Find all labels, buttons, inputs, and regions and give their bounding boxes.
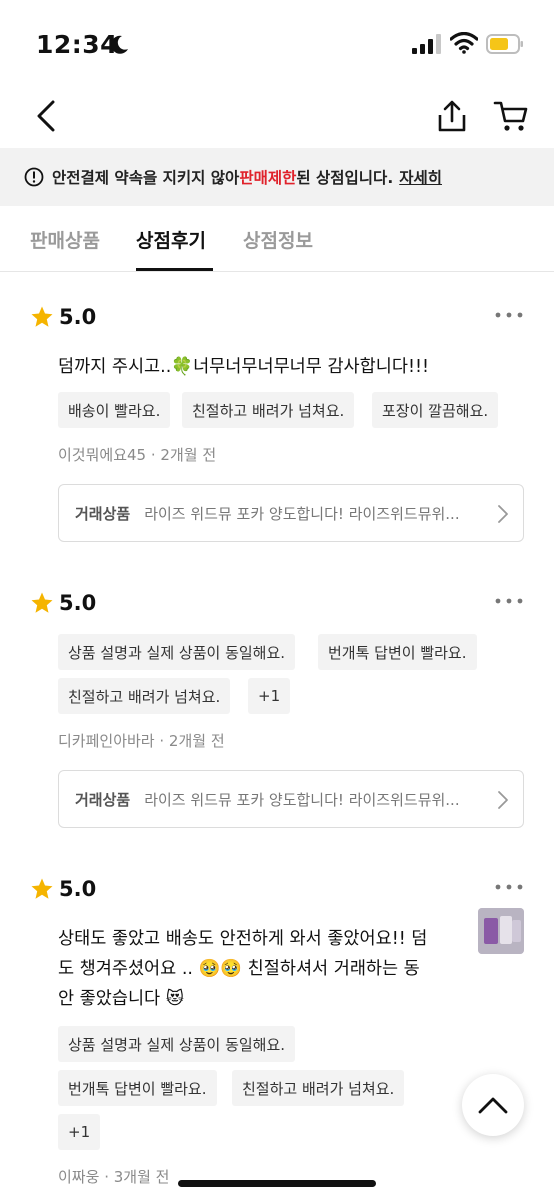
share-button[interactable] bbox=[432, 94, 472, 138]
review-tag: 포장이 깔끔해요. bbox=[372, 392, 499, 428]
rating: 5.0 bbox=[30, 874, 96, 904]
tab-products[interactable]: 판매상품 bbox=[30, 226, 100, 253]
more-icon[interactable] bbox=[494, 306, 524, 324]
reviewer-name[interactable]: 디카페인아바라 bbox=[58, 732, 155, 750]
signal-icon bbox=[412, 34, 441, 54]
traded-product-link[interactable]: 거래상품 라이즈 위드뮤 포카 양도합니다! 라이즈위드뮤위... bbox=[58, 770, 524, 828]
review-time: · 2개월 전 bbox=[159, 732, 225, 750]
trade-label: 거래상품 bbox=[75, 790, 131, 809]
review-text: 상태도 좋았고 배송도 안전하게 와서 좋았어요!! 덤 도 챙겨주셨어요 ..… bbox=[58, 924, 463, 1014]
review-tag-more[interactable]: +1 bbox=[58, 1114, 101, 1150]
cart-button[interactable] bbox=[490, 94, 532, 138]
review-text-line: 도 챙겨주셨어요 .. 🥹🥹 친절하셔서 거래하는 동 bbox=[58, 959, 420, 979]
rating: 5.0 bbox=[30, 588, 96, 618]
back-button[interactable] bbox=[28, 94, 64, 138]
reviewer-name[interactable]: 이것뭐에요45 bbox=[58, 446, 146, 464]
notice-details-link[interactable]: 자세히 bbox=[399, 166, 442, 188]
chevron-right-icon bbox=[498, 505, 508, 523]
cart-icon bbox=[493, 101, 528, 131]
star-icon bbox=[31, 306, 53, 327]
notice-text-suffix: 된 상점입니다. bbox=[296, 169, 394, 187]
trade-label: 거래상품 bbox=[75, 504, 131, 523]
review-meta: 디카페인아바라 · 2개월 전 bbox=[58, 730, 225, 751]
review-tag: 친절하고 배려가 넘쳐요. bbox=[182, 392, 355, 428]
tab-store-info[interactable]: 상점정보 bbox=[243, 226, 313, 253]
back-arrow-icon bbox=[37, 100, 55, 132]
review-text-line: 상태도 좋았고 배송도 안전하게 와서 좋았어요!! 덤 bbox=[58, 929, 428, 949]
traded-product-link[interactable]: 거래상품 라이즈 위드뮤 포카 양도합니다! 라이즈위드뮤위... bbox=[58, 484, 524, 542]
chevron-up-icon bbox=[478, 1097, 508, 1114]
review-time: · 3개월 전 bbox=[104, 1168, 170, 1186]
review-time: · 2개월 전 bbox=[150, 446, 217, 464]
review-tag: 상품 설명과 실제 상품이 동일해요. bbox=[58, 634, 296, 670]
review-tag: 친절하고 배려가 넘쳐요. bbox=[58, 678, 231, 714]
review-photo-thumbnail[interactable] bbox=[478, 908, 524, 954]
restriction-notice: 안전결제 약속을 지키지 않아 판매제한 된 상점입니다. 자세히 bbox=[0, 148, 554, 206]
moon-icon bbox=[111, 35, 128, 54]
review-tag: 번개톡 답변이 빨라요. bbox=[58, 1070, 217, 1106]
trade-title: 라이즈 위드뮤 포카 양도합니다! 라이즈위드뮤위... bbox=[144, 504, 460, 523]
review-tag: 상품 설명과 실제 상품이 동일해요. bbox=[58, 1026, 296, 1062]
review-tag: 친절하고 배려가 넘쳐요. bbox=[232, 1070, 405, 1106]
notice-highlight: 판매제한 bbox=[239, 169, 297, 187]
review-tag: 배송이 빨라요. bbox=[58, 392, 171, 428]
battery-icon bbox=[486, 34, 523, 54]
more-icon[interactable] bbox=[494, 592, 524, 610]
status-time: 12:34 bbox=[36, 30, 119, 59]
review-meta: 이것뭐에요45 · 2개월 전 bbox=[58, 444, 216, 465]
trade-title: 라이즈 위드뮤 포카 양도합니다! 라이즈위드뮤위... bbox=[144, 790, 460, 809]
wifi-icon bbox=[450, 32, 478, 54]
rating-value: 5.0 bbox=[59, 305, 97, 329]
rating-value: 5.0 bbox=[59, 591, 97, 615]
notice-text-prefix: 안전결제 약속을 지키지 않아 bbox=[52, 169, 240, 187]
rating-value: 5.0 bbox=[59, 877, 97, 901]
store-tabs: 판매상품 상점후기 상점정보 bbox=[0, 206, 554, 272]
chevron-right-icon bbox=[498, 791, 508, 809]
review-text: 덤까지 주시고..🍀너무너무너무너무 감사합니다!!! bbox=[58, 357, 429, 377]
star-icon bbox=[31, 592, 53, 613]
tab-reviews[interactable]: 상점후기 bbox=[136, 226, 206, 253]
star-icon bbox=[31, 878, 53, 899]
photo-image bbox=[478, 908, 524, 954]
review-text-line: 안 좋았습니다 😻 bbox=[58, 989, 184, 1009]
rating: 5.0 bbox=[30, 302, 96, 332]
status-bar: 12:34 bbox=[0, 0, 554, 88]
alert-circle-icon bbox=[24, 167, 44, 187]
review-meta: 이짜웅 · 3개월 전 bbox=[58, 1166, 169, 1187]
home-indicator bbox=[178, 1180, 376, 1187]
review-tag: 번개톡 답변이 빨라요. bbox=[318, 634, 477, 670]
active-tab-indicator bbox=[136, 268, 213, 271]
reviewer-name[interactable]: 이짜웅 bbox=[58, 1168, 99, 1186]
more-icon[interactable] bbox=[494, 878, 524, 896]
nav-bar bbox=[0, 88, 554, 148]
review-tag-more[interactable]: +1 bbox=[248, 678, 291, 714]
scroll-to-top-button[interactable] bbox=[462, 1074, 524, 1136]
share-icon bbox=[438, 100, 466, 132]
